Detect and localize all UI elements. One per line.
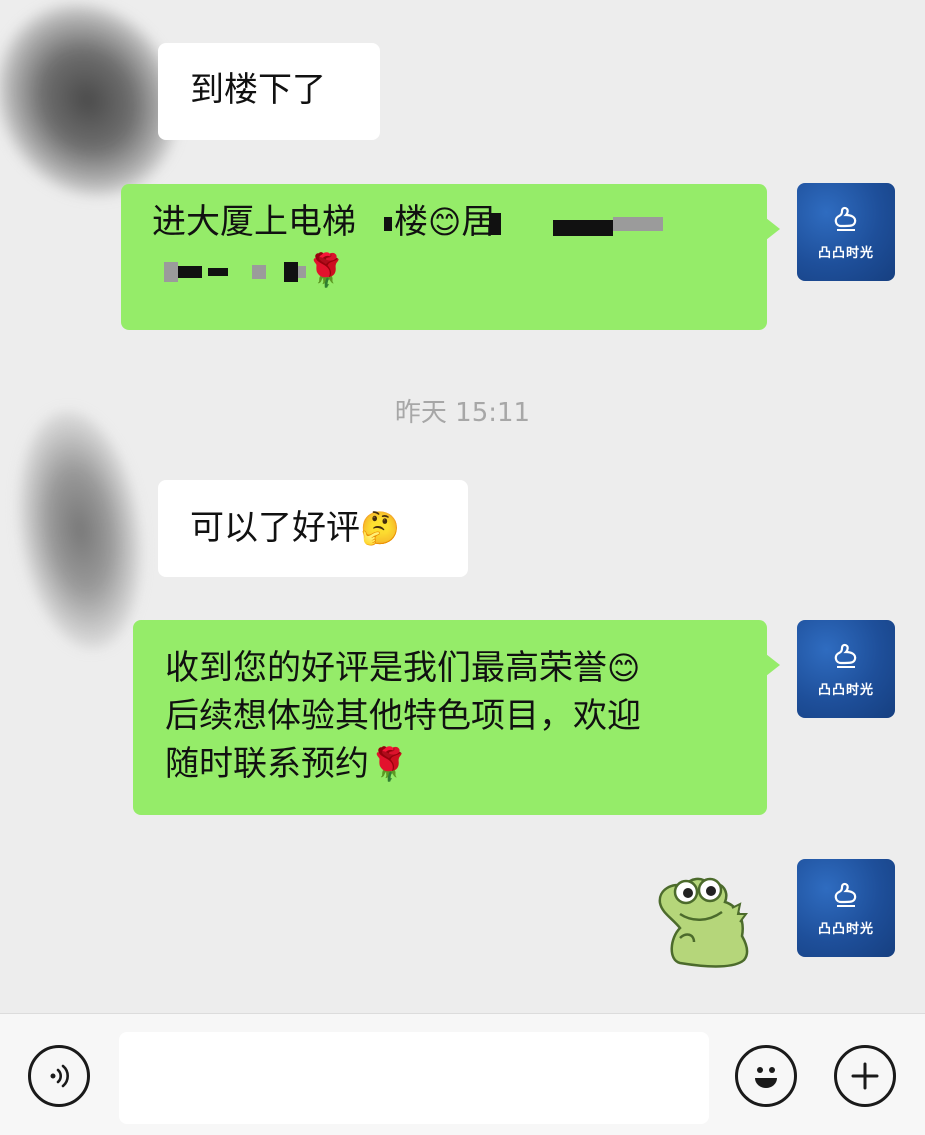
message-text: 随时联系预约 [165,744,369,784]
redacted-block [164,261,178,282]
thumb-logo-icon [834,643,857,668]
voice-button[interactable] [28,1045,90,1107]
message-text: 可以了好评 [190,508,360,548]
redacted-block [553,219,614,236]
message-text: 楼 [394,202,428,242]
message-text: 收到您的好评是我们最高荣誉 [165,648,607,688]
message-bubble-incoming[interactable]: 到楼下了 [158,43,380,140]
rose-emoji-icon: 🌹 [369,745,409,783]
redacted-block [613,216,664,231]
brand-name: 凸凸时光 [817,921,874,937]
smile-emoji-icon: 😊 [428,203,462,241]
message-input[interactable] [119,1032,709,1124]
thinking-emoji-icon: 🤔 [360,509,400,547]
redacted-block [178,265,202,278]
blurred-avatar-other[interactable] [3,402,157,658]
message-text: 到楼下了 [190,70,326,110]
redacted-block [384,216,392,231]
input-bar [0,1013,925,1135]
smile-emoji-icon: 😊 [607,649,641,687]
brand-name: 凸凸时光 [817,682,874,698]
thumb-logo-icon [834,882,857,907]
message-text: 进大厦上电梯 [152,202,356,242]
timestamp: 昨天 15:11 [394,398,531,428]
message-bubble-outgoing[interactable]: 进大厦上电梯 楼😊居 🌹 [121,184,780,330]
frog-sticker[interactable] [650,868,760,978]
thumb-logo-icon [834,206,857,231]
voice-icon [50,1064,69,1088]
rose-emoji-icon: 🌹 [306,251,346,289]
emoji-button[interactable] [735,1045,797,1107]
redacted-block [284,261,298,282]
brand-name: 凸凸时光 [817,245,874,261]
plus-icon [851,1062,879,1090]
redacted-block [298,265,306,278]
avatar-self[interactable]: 凸凸时光 [797,183,895,281]
chat-screen: 到楼下了 进大厦上电梯 楼😊居 🌹 凸凸时光 昨天 15:11 可以了好评🤔 收到… [0,0,925,1135]
plus-button[interactable] [834,1045,896,1107]
avatar-self[interactable]: 凸凸时光 [797,620,895,718]
message-bubble-outgoing[interactable]: 收到您的好评是我们最高荣誉😊 后续想体验其他特色项目，欢迎 随时联系预约🌹 [133,620,780,815]
avatar-self[interactable]: 凸凸时光 [797,859,895,957]
smiley-icon [755,1067,777,1088]
redacted-block [252,264,266,279]
redacted-block [208,267,228,276]
message-text: 后续想体验其他特色项目，欢迎 [165,696,641,736]
redacted-block [489,212,502,235]
message-bubble-incoming[interactable]: 可以了好评🤔 [158,480,468,577]
